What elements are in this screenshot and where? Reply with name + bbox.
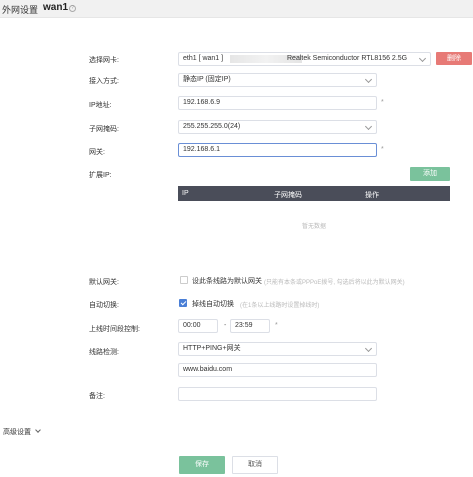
line-check-target: www.baidu.com (183, 366, 233, 373)
auto-switch-checkbox[interactable] (179, 299, 187, 307)
chevron-down-icon (418, 54, 427, 63)
line-check-label: 线路检测: (89, 349, 119, 356)
default-gateway-option: 设此条线路为默认网关 (192, 278, 262, 285)
access-mode-label: 接入方式: (89, 78, 119, 85)
question-circle-icon[interactable]: ? (69, 5, 76, 12)
page-header: 外网设置 wan1 ? (0, 0, 473, 18)
chevron-down-icon (364, 75, 373, 84)
extended-ip-label: 扩展IP: (89, 172, 112, 179)
auto-switch-hint: (在1条以上线路时设置掉线时) (240, 303, 320, 309)
column-netmask: 子网掩码 (274, 192, 302, 199)
required-mark: * (381, 146, 384, 153)
auto-switch-option: 掉线自动切换 (192, 301, 234, 308)
add-ip-button[interactable]: 添加 (410, 167, 450, 181)
cancel-button[interactable]: 取消 (232, 456, 278, 474)
time-separator: - (224, 322, 227, 329)
ip-input[interactable]: 192.168.6.9 (178, 96, 377, 110)
ip-value: 192.168.6.9 (183, 99, 220, 106)
required-mark: * (381, 99, 384, 106)
nic-select[interactable]: eth1 [ wan1 ] Realtek Semiconductor RTL8… (178, 52, 431, 66)
save-button[interactable]: 保存 (179, 456, 225, 474)
netmask-select[interactable]: 255.255.255.0(24) (178, 120, 377, 134)
page-title: 外网设置 (2, 5, 39, 15)
gateway-label: 网关: (89, 149, 105, 156)
column-ip: IP (182, 190, 189, 197)
extended-ip-table-header: IP 子网掩码 操作 (178, 186, 450, 201)
default-gateway-hint: (只能有本条或PPPoE拨号, 勾选后将以此为默认网关) (264, 280, 405, 286)
advanced-settings-toggle[interactable]: 高级设置 (3, 427, 41, 437)
online-start-value: 00:00 (183, 322, 201, 329)
netmask-value: 255.255.255.0(24) (183, 123, 241, 130)
online-end-input[interactable]: 23:59 (230, 319, 270, 333)
online-time-label: 上线时间段控制: (89, 326, 140, 333)
remark-label: 备注: (89, 393, 105, 400)
gateway-value: 192.168.6.1 (183, 146, 220, 153)
delete-button[interactable]: 删除 (436, 52, 472, 65)
nic-select-suffix: Realtek Semiconductor RTL8156 2.5G (287, 55, 408, 62)
access-mode-value: 静态IP (固定IP) (183, 76, 231, 83)
access-mode-select[interactable]: 静态IP (固定IP) (178, 73, 377, 87)
default-gateway-label: 默认网关: (89, 279, 119, 286)
chevron-down-icon (364, 122, 373, 131)
remark-input[interactable] (178, 387, 377, 401)
gateway-input[interactable]: 192.168.6.1 (178, 143, 377, 157)
ip-label: IP地址: (89, 102, 112, 109)
line-check-select[interactable]: HTTP+PING+网关 (178, 342, 377, 356)
default-gateway-checkbox[interactable] (180, 276, 188, 284)
column-action: 操作 (365, 192, 379, 199)
table-empty-text: 暂无数据 (301, 224, 326, 230)
chevron-down-icon (364, 344, 373, 353)
netmask-label: 子网掩码: (89, 126, 119, 133)
online-start-input[interactable]: 00:00 (178, 319, 218, 333)
line-check-method: HTTP+PING+网关 (183, 345, 241, 352)
advanced-settings-label: 高级设置 (3, 429, 31, 436)
chevron-down-icon (35, 427, 41, 433)
interface-name: wan1 (43, 2, 69, 13)
auto-switch-label: 自动切换: (89, 302, 119, 309)
line-check-target-input[interactable]: www.baidu.com (178, 363, 377, 377)
required-mark: * (275, 322, 278, 329)
online-end-value: 23:59 (235, 322, 253, 329)
nic-select-prefix: eth1 [ wan1 ] (183, 55, 224, 62)
nic-label: 选择网卡: (89, 57, 119, 64)
